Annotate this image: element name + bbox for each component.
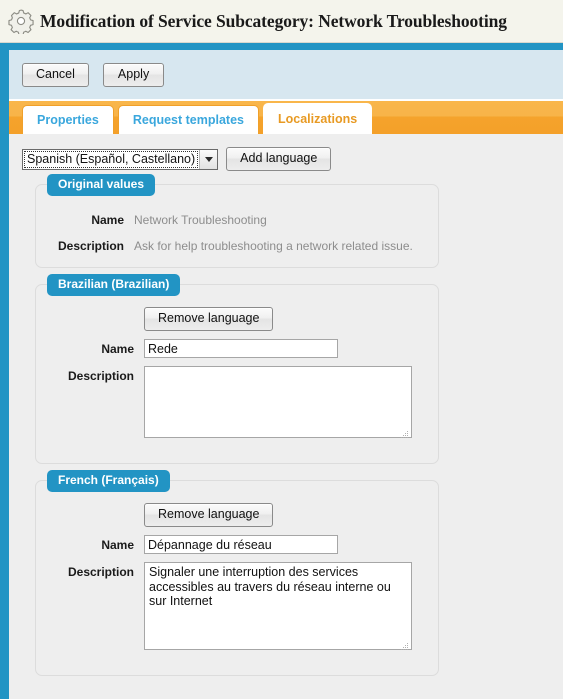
brazilian-name-input[interactable] bbox=[144, 339, 338, 358]
localization-card-brazilian: Brazilian (Brazilian) Remove language Na… bbox=[35, 274, 439, 464]
original-description-label: Description bbox=[57, 239, 124, 253]
action-toolbar: Cancel Apply bbox=[9, 50, 563, 99]
app-body: Cancel Apply Properties Request template… bbox=[0, 50, 563, 699]
content-column: Cancel Apply Properties Request template… bbox=[9, 50, 563, 699]
tab-localizations[interactable]: Localizations bbox=[263, 103, 373, 134]
original-values-badge: Original values bbox=[47, 174, 156, 196]
original-name-value: Network Troubleshooting bbox=[134, 213, 267, 227]
chevron-down-icon[interactable] bbox=[199, 149, 218, 169]
french-name-label: Name bbox=[101, 538, 134, 552]
brazilian-description-label: Description bbox=[67, 369, 134, 383]
apply-button[interactable]: Apply bbox=[102, 62, 165, 87]
tab-request-templates[interactable]: Request templates bbox=[117, 105, 259, 134]
brazilian-name-row: Name bbox=[48, 339, 426, 358]
tab-bar: Properties Request templates Localizatio… bbox=[9, 99, 563, 134]
original-values-card: Original values Name Network Troubleshoo… bbox=[35, 174, 439, 268]
remove-language-button-french[interactable]: Remove language bbox=[144, 503, 274, 527]
left-accent-rail bbox=[0, 50, 9, 699]
brazilian-description-row: Description bbox=[48, 366, 426, 441]
page-title: Modification of Service Subcategory: Net… bbox=[40, 10, 507, 31]
language-select-value: Spanish (Español, Castellano) bbox=[23, 150, 199, 169]
language-selector-row: Spanish (Español, Castellano) Add langua… bbox=[22, 147, 563, 171]
brazilian-name-label: Name bbox=[101, 342, 134, 356]
french-description-label: Description bbox=[67, 565, 134, 579]
original-name-row: Name Network Troubleshooting bbox=[48, 213, 426, 227]
localization-card-french: French (Français) Remove language Name D… bbox=[35, 470, 439, 676]
window-titlebar: Modification of Service Subcategory: Net… bbox=[0, 0, 563, 43]
french-description-textarea[interactable]: Signaler une interruption des services a… bbox=[144, 562, 412, 650]
localizations-panel: Spanish (Español, Castellano) Add langua… bbox=[9, 134, 563, 699]
remove-language-button-brazilian[interactable]: Remove language bbox=[144, 307, 274, 331]
french-badge: French (Français) bbox=[47, 470, 170, 492]
brazilian-remove-row: Remove language bbox=[48, 307, 426, 331]
brazilian-badge: Brazilian (Brazilian) bbox=[47, 274, 181, 296]
original-description-row: Description Ask for help troubleshooting… bbox=[48, 239, 426, 253]
language-select[interactable]: Spanish (Español, Castellano) bbox=[22, 148, 219, 170]
french-name-input[interactable] bbox=[144, 535, 338, 554]
original-description-value: Ask for help troubleshooting a network r… bbox=[134, 239, 413, 253]
tab-properties[interactable]: Properties bbox=[22, 105, 114, 134]
accent-bar bbox=[0, 43, 563, 50]
gear-icon bbox=[8, 9, 34, 34]
brazilian-description-textarea[interactable] bbox=[144, 366, 412, 438]
french-description-row: Description Signaler une interruption de… bbox=[48, 562, 426, 653]
cancel-button[interactable]: Cancel bbox=[22, 62, 89, 87]
french-remove-row: Remove language bbox=[48, 503, 426, 527]
add-language-button[interactable]: Add language bbox=[226, 147, 332, 171]
original-name-label: Name bbox=[91, 213, 124, 227]
french-name-row: Name bbox=[48, 535, 426, 554]
